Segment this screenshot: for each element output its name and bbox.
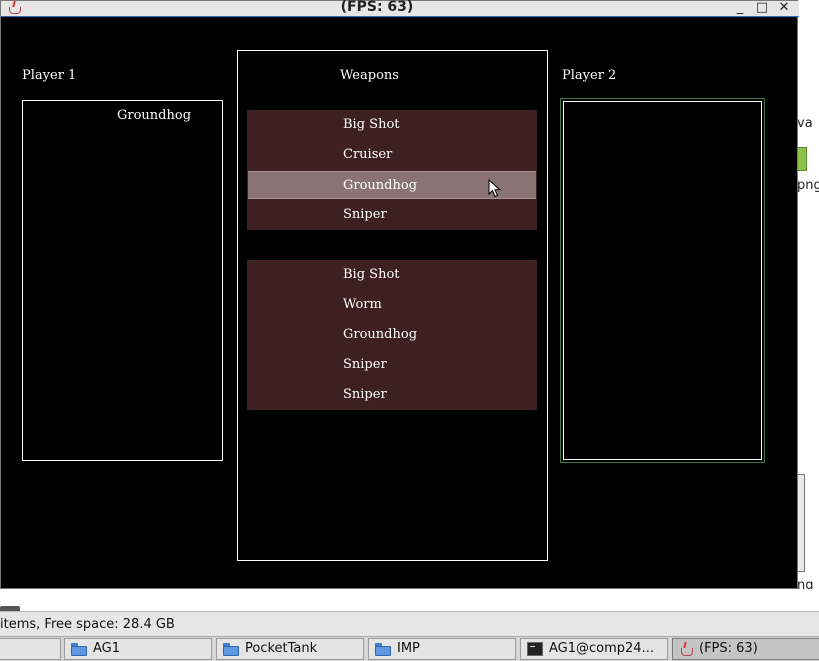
file-manager-statusbar: items, Free space: 28.4 GB <box>0 611 819 636</box>
minimize-button[interactable]: _ <box>732 0 748 15</box>
background-text-fragment: va <box>797 116 813 131</box>
taskbar-item-terminal[interactable]: AG1@comp24... <box>520 638 668 660</box>
weapon-item[interactable]: Sniper <box>247 351 537 379</box>
weapon-item[interactable]: Worm <box>247 291 537 319</box>
taskbar-item-label: IMP <box>397 641 420 656</box>
java-icon <box>679 642 693 656</box>
taskbar: AG1 PocketTank IMP AG1@comp24... (FPS: 6… <box>0 636 819 661</box>
weapon-item[interactable]: Cruiser <box>247 141 537 169</box>
taskbar-item-imp[interactable]: IMP <box>368 638 516 660</box>
weapon-list-2: Big Shot Worm Groundhog Sniper Sniper <box>247 260 537 410</box>
taskbar-item-label: AG1@comp24... <box>549 641 654 656</box>
taskbar-item-label: (FPS: 63) <box>699 641 758 656</box>
weapon-item-label: Big Shot <box>343 267 400 282</box>
weapon-item-label: Sniper <box>343 207 387 222</box>
player2-panel[interactable] <box>560 98 765 463</box>
close-button[interactable]: ✕ <box>776 0 792 15</box>
taskbar-item-label: AG1 <box>93 641 121 656</box>
player1-panel[interactable]: Groundhog <box>22 100 223 461</box>
background-window-strip <box>0 589 819 611</box>
weapon-item-label: Sniper <box>343 357 387 372</box>
weapon-item-label: Groundhog <box>343 327 418 342</box>
player1-label: Player 1 <box>22 68 77 83</box>
weapon-list-1: Big Shot Cruiser Groundhog Sniper <box>247 110 537 230</box>
maximize-button[interactable]: □ <box>754 0 770 15</box>
game-window: (FPS: 63) _ □ ✕ Player 1 Groundhog Weapo… <box>0 0 799 589</box>
player1-selected-weapon: Groundhog <box>117 108 192 123</box>
weapon-item[interactable]: Sniper <box>247 201 537 229</box>
weapon-item[interactable]: Sniper <box>247 381 537 409</box>
folder-icon <box>375 642 391 656</box>
taskbar-item-game[interactable]: (FPS: 63) <box>672 638 819 660</box>
taskbar-item-pockettank[interactable]: PocketTank <box>216 638 364 660</box>
taskbar-item-label: PocketTank <box>245 641 318 656</box>
weapon-item[interactable]: Big Shot <box>247 261 537 289</box>
terminal-icon <box>527 642 543 656</box>
weapon-item-label: Big Shot <box>343 117 400 132</box>
background-text-fragment: png <box>797 178 819 193</box>
window-titlebar[interactable]: (FPS: 63) _ □ ✕ <box>1 0 799 17</box>
weapon-item[interactable]: Groundhog <box>247 321 537 349</box>
weapon-item-label: Groundhog <box>343 178 418 193</box>
player2-panel-inner <box>563 101 762 460</box>
player2-label: Player 2 <box>562 68 617 83</box>
window-title: (FPS: 63) <box>340 0 414 15</box>
weapon-item-label: Worm <box>343 297 382 312</box>
weapon-item[interactable]: Big Shot <box>247 111 537 139</box>
taskbar-item-ag1[interactable]: AG1 <box>64 638 212 660</box>
weapon-item-label: Sniper <box>343 387 387 402</box>
taskbar-item-hidden[interactable] <box>0 638 61 660</box>
background-green-control <box>797 147 807 171</box>
folder-icon <box>223 642 239 656</box>
folder-icon <box>71 642 87 656</box>
weapon-item-label: Cruiser <box>343 147 393 162</box>
weapons-title: Weapons <box>340 68 399 83</box>
mouse-cursor-icon <box>488 179 502 198</box>
